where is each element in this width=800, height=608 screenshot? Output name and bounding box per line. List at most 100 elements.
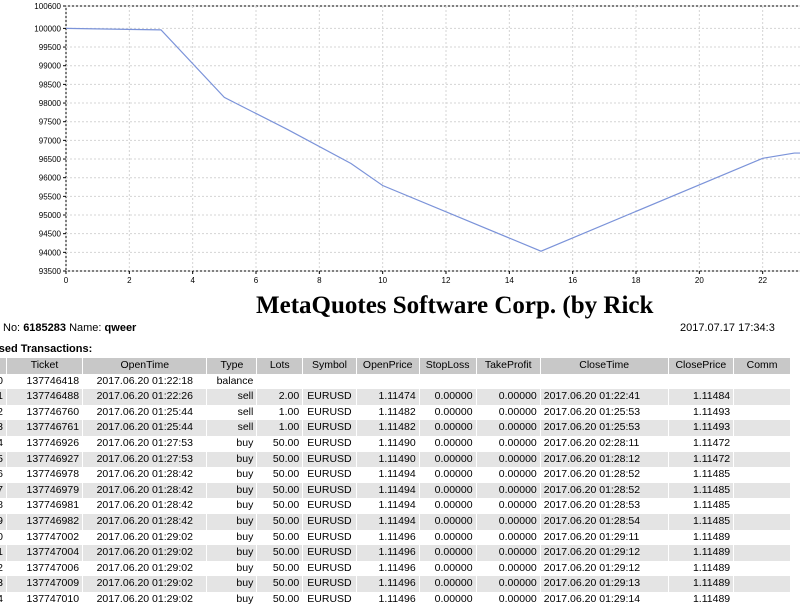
header-takeprofit: TakeProfit <box>476 358 541 374</box>
cell-closeprice: 1.11493 <box>668 420 735 436</box>
cell-closeprice: 1.11484 <box>668 389 735 405</box>
cell-openprice: 1.11494 <box>356 498 420 514</box>
table-row: 8 137746981 2017.06.20 01:28:42 buy 50.00 EUR… <box>0 498 791 514</box>
cell-symbol: EURUSD <box>302 576 357 592</box>
cell-type: balance <box>206 373 258 390</box>
cell-closeprice: 1.11489 <box>668 529 735 546</box>
chart-x-tick-label: 8 <box>317 276 322 285</box>
cell-symbol: EURUSD <box>302 451 357 468</box>
cell-takeprofit: 0.00000 <box>476 529 541 546</box>
cell-closetime: 2017.06.20 01:29:12 <box>540 560 669 577</box>
account-number: 6185283 <box>23 322 67 334</box>
cell-commission <box>733 513 791 530</box>
cell-type: buy <box>206 513 258 530</box>
chart-x-tick-label: 12 <box>442 276 451 285</box>
chart-x-tick-label: 22 <box>758 276 767 285</box>
cell-ticket: 137747004 <box>6 545 84 561</box>
name-value: qweer <box>104 322 137 334</box>
cell-closetime: 2017.06.20 01:28:53 <box>540 498 669 514</box>
cell-commission <box>733 451 791 468</box>
cell-stoploss: 0.00000 <box>419 529 477 546</box>
cell-ticket: 137746978 <box>6 467 84 483</box>
table-row: 3 137747009 2017.06.20 01:29:02 buy 50.00 EUR… <box>0 576 791 592</box>
cell-lots: 50.00 <box>256 467 304 483</box>
cell-closeprice: 1.11485 <box>668 513 735 530</box>
cell-commission <box>733 420 791 436</box>
cell-type: sell <box>206 404 258 421</box>
cell-symbol: EURUSD <box>302 545 357 561</box>
cell-symbol: EURUSD <box>302 467 357 483</box>
cell-ticket: 137747009 <box>6 576 84 592</box>
cell-ticket: 137746979 <box>6 482 84 499</box>
cell-symbol: EURUSD <box>302 498 357 514</box>
cell-closetime: 2017.06.20 01:28:52 <box>540 467 669 483</box>
company-title: MetaQuotes Software Corp. (by Rick <box>256 292 654 319</box>
cell-ticket: 137746982 <box>6 513 84 530</box>
cell-openprice: 1.11496 <box>356 545 420 561</box>
cell-lots: 2.00 <box>256 389 304 405</box>
cell-closetime <box>540 373 669 390</box>
chart-y-tick-label: 98000 <box>39 99 62 108</box>
cell-stoploss: 0.00000 <box>419 560 477 577</box>
header-stoploss: StopLoss <box>419 358 477 374</box>
cell-opentime: 2017.06.20 01:28:42 <box>82 482 208 499</box>
cell-type: buy <box>206 576 258 592</box>
cell-openprice: 1.11490 <box>356 435 420 452</box>
cell-openprice: 1.11494 <box>356 467 420 483</box>
cell-commission <box>733 498 791 514</box>
table-row: 3 137746761 2017.06.20 01:25:44 sell 1.00 EUR… <box>0 420 791 436</box>
cell-type: buy <box>206 467 258 483</box>
chart-x-tick-label: 18 <box>632 276 641 285</box>
cell-stoploss: 0.00000 <box>419 482 477 499</box>
cell-symbol <box>302 373 357 390</box>
cell-stoploss: 0.00000 <box>419 498 477 514</box>
table-row: 0 137747002 2017.06.20 01:29:02 buy 50.00 EUR… <box>0 529 791 546</box>
cell-takeprofit: 0.00000 <box>476 435 541 452</box>
chart-x-tick-label: 16 <box>568 276 577 285</box>
chart-x-tick-label: 14 <box>505 276 514 285</box>
cell-ticket: 137746981 <box>6 498 84 514</box>
cell-openprice: 1.11496 <box>356 529 420 546</box>
cell-opentime: 2017.06.20 01:22:18 <box>82 373 208 390</box>
cell-opentime: 2017.06.20 01:27:53 <box>82 435 208 452</box>
cell-takeprofit: 0.00000 <box>476 451 541 468</box>
cell-closeprice: 1.11485 <box>668 482 735 499</box>
cell-lots: 50.00 <box>256 451 304 468</box>
table-row: 9 137746982 2017.06.20 01:28:42 buy 50.00 EUR… <box>0 513 791 530</box>
cell-opentime: 2017.06.20 01:29:02 <box>82 529 208 546</box>
account-info: C No: 6185283 Name: qweer <box>0 322 136 334</box>
cell-lots: 50.00 <box>256 498 304 514</box>
cell-stoploss: 0.00000 <box>419 451 477 468</box>
header-symbol: Symbol <box>302 358 357 374</box>
cell-closeprice: 1.11489 <box>668 545 735 561</box>
cell-opentime: 2017.06.20 01:25:44 <box>82 404 208 421</box>
cell-takeprofit: 0.00000 <box>476 482 541 499</box>
cell-opentime: 2017.06.20 01:25:44 <box>82 420 208 436</box>
account-label: C No: <box>0 322 21 334</box>
cell-symbol: EURUSD <box>302 404 357 421</box>
header-openprice: OpenPrice <box>356 358 420 374</box>
cell-closetime: 2017.06.20 01:28:52 <box>540 482 669 499</box>
cell-openprice: 1.11474 <box>356 389 420 405</box>
cell-closetime: 2017.06.20 02:28:11 <box>540 435 669 452</box>
table-row: 6 137746978 2017.06.20 01:28:42 buy 50.00 EUR… <box>0 467 791 483</box>
cell-lots: 50.00 <box>256 560 304 577</box>
table-row: 1 137747004 2017.06.20 01:29:02 buy 50.00 EUR… <box>0 545 791 561</box>
chart-x-tick-label: 0 <box>64 276 69 285</box>
cell-lots: 1.00 <box>256 420 304 436</box>
chart-y-tick-label: 95500 <box>39 192 62 201</box>
cell-takeprofit: 0.00000 <box>476 404 541 421</box>
cell-symbol: EURUSD <box>302 389 357 405</box>
cell-commission <box>733 389 791 405</box>
cell-takeprofit: 0.00000 <box>476 576 541 592</box>
chart-y-tick-label: 96500 <box>39 155 62 164</box>
cell-closeprice: 1.11485 <box>668 498 735 514</box>
cell-symbol: EURUSD <box>302 529 357 546</box>
transactions-table: Ticket OpenTime Type Lots Symbol OpenPri… <box>0 358 791 608</box>
chart-y-tick-label: 98500 <box>39 80 62 89</box>
cell-opentime: 2017.06.20 01:28:42 <box>82 513 208 530</box>
cell-symbol: EURUSD <box>302 435 357 452</box>
cell-opentime: 2017.06.20 01:28:42 <box>82 498 208 514</box>
header-closetime: CloseTime <box>540 358 669 374</box>
cell-openprice: 1.11496 <box>356 560 420 577</box>
